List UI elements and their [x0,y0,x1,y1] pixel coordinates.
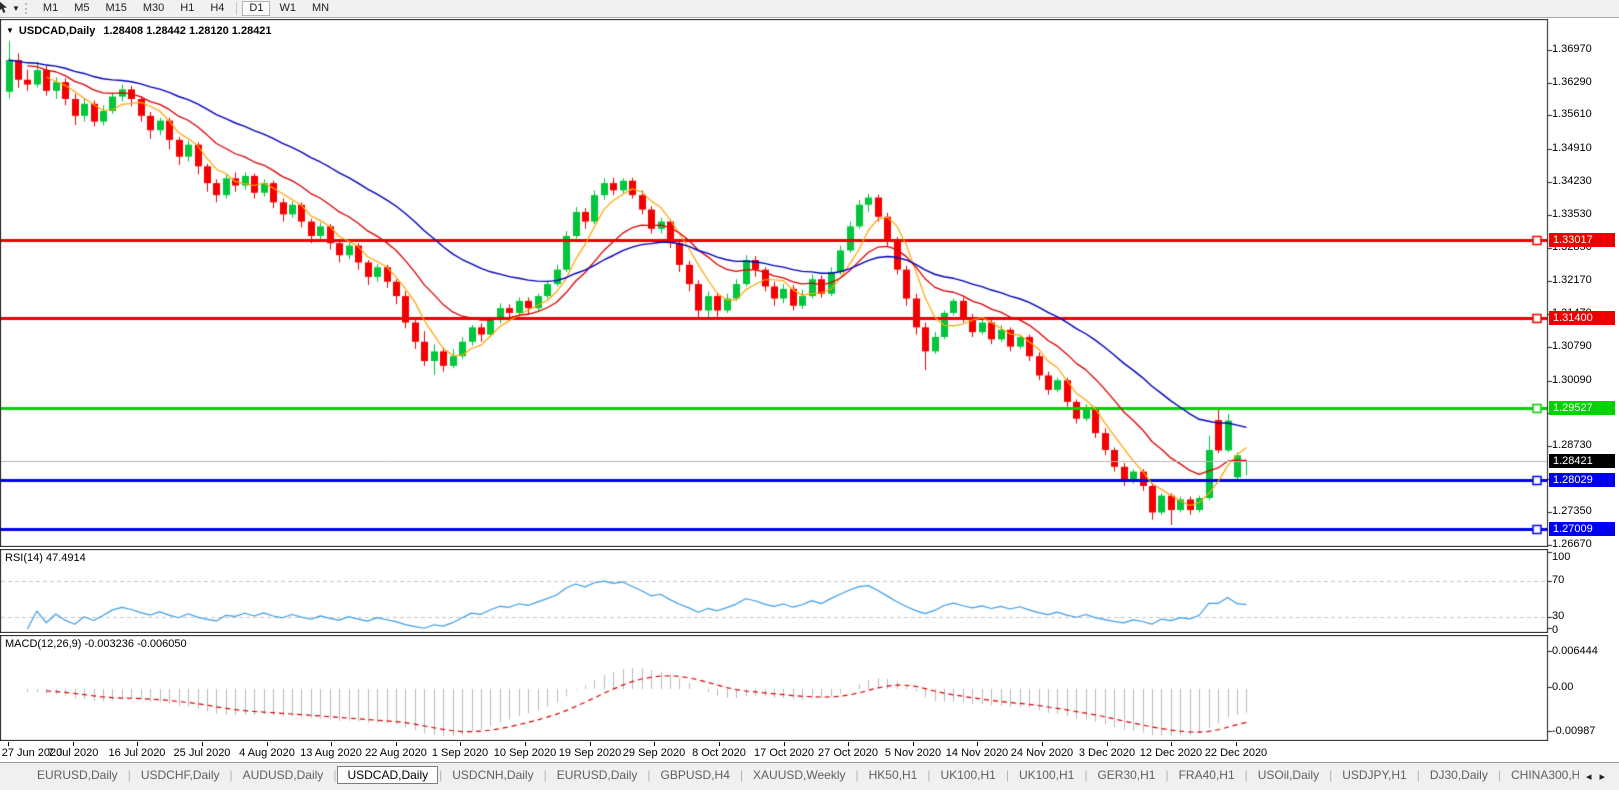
timeframe-buttons: M1 M5 M15 M30 H1 H4 D1 W1 MN [35,1,337,16]
toolbar-separator [236,2,238,15]
macd-canvas[interactable] [0,635,1619,741]
date-axis-tick [784,742,785,746]
tab-eurusd-daily[interactable]: EURUSD,Daily [548,766,647,784]
symbol-tabbar: EURUSD,Daily | USDCHF,Daily | AUDUSD,Daily | U… [0,762,1619,790]
price-axis-tick: 1.32170 [1552,274,1592,286]
tab-usdchf-daily[interactable]: USDCHF,Daily [132,766,229,784]
tab-audusd-daily[interactable]: AUDUSD,Daily [234,766,333,784]
timeframe-button-mn[interactable]: MN [305,1,336,16]
macd-scale-label: 0.00 [1552,681,1574,693]
timeframe-button-m5[interactable]: M5 [67,1,96,16]
chart-toolbar: ▼ M1 M5 M15 M30 H1 H4 D1 W1 MN [0,0,1619,18]
price-axis-tick: 1.30790 [1552,340,1592,352]
tab-hk50-h1[interactable]: HK50,H1 [860,766,927,784]
date-axis-tick [396,742,397,746]
tab-scroll-right-icon[interactable]: ▸ [1599,771,1613,783]
cursor-tool-icon[interactable] [0,1,9,17]
tab-uk100-h1[interactable]: UK100,H1 [931,766,1004,784]
price-axis-tick: 1.34230 [1552,175,1592,187]
date-axis-tick [1171,742,1172,746]
timeframe-button-m1[interactable]: M1 [36,1,65,16]
tab-gbpusd-h4[interactable]: GBPUSD,H4 [652,766,739,784]
macd-scale-label: 0.006444 [1552,645,1598,657]
date-axis-tick [719,742,720,746]
chart-title-caret-icon[interactable]: ▼ [6,26,14,35]
price-axis-tick: 1.30090 [1552,374,1592,386]
tab-xauusd-weekly[interactable]: XAUUSD,Weekly [744,766,854,784]
chart-title: ▼ USDCAD,Daily 1.28408 1.28442 1.28120 1.2… [6,25,272,37]
price-line-label-resistance: 1.31400 [1549,311,1615,325]
date-axis-tick [913,742,914,746]
tab-uk100-h1[interactable]: UK100,H1 [1010,766,1083,784]
price-axis-tick: 1.36290 [1552,76,1592,88]
toolbar-grip [24,3,30,14]
current-price-label: 1.28421 [1549,454,1615,468]
date-axis-tick [267,742,268,746]
main-chart-canvas[interactable] [0,19,1619,547]
chart-ohlc-values: 1.28408 1.28442 1.28120 1.28421 [103,25,272,37]
timeframe-button-h4[interactable]: H4 [203,1,231,16]
date-axis-tick [202,742,203,746]
date-axis-tick [331,742,332,746]
rsi-scale-label: 70 [1552,574,1565,586]
timeframe-button-h1[interactable]: H1 [173,1,201,16]
date-axis-tick [1042,742,1043,746]
timeframe-button-m15[interactable]: M15 [98,1,133,16]
price-line-label-support: 1.27009 [1549,522,1615,536]
tab-usdcad-daily[interactable]: USDCAD,Daily [337,766,439,784]
date-axis-label: 22 Dec 2020 [1204,747,1268,759]
price-axis-tick: 1.26670 [1552,538,1592,550]
rsi-scale-label: 100 [1552,551,1571,563]
rsi-label: RSI(14) 47.4914 [5,552,86,564]
date-axis-tick [460,742,461,746]
rsi-scale-label: 30 [1552,610,1565,622]
date-axis-tick [977,742,978,746]
tab-usoil-daily[interactable]: USOil,Daily [1249,766,1328,784]
tab-fra40-h1[interactable]: FRA40,H1 [1170,766,1244,784]
macd-label: MACD(12,26,9) -0.003236 -0.006050 [5,638,187,650]
tab-china300-h1[interactable]: CHINA300,H1 [1502,766,1579,784]
tab-scroll-left-icon[interactable]: ◂ [1586,771,1600,783]
date-axis-tick [525,742,526,746]
price-line-label-pivot: 1.29527 [1549,401,1615,415]
chart-symbol-label: USDCAD,Daily [18,25,96,37]
price-axis-tick: 1.34910 [1552,142,1592,154]
price-line-label-resistance: 1.33017 [1549,233,1615,247]
date-axis-tick [590,742,591,746]
dropdown-caret-icon[interactable]: ▼ [12,1,20,16]
price-axis-tick: 1.27350 [1552,505,1592,517]
tab-dj30-daily[interactable]: DJ30,Daily [1421,766,1497,784]
price-axis-tick: 1.35610 [1552,108,1592,120]
macd-scale-label: -0.00987 [1552,725,1596,737]
terminal-window: ▼ M1 M5 M15 M30 H1 H4 D1 W1 MN ▼ USDCAD,Daily 1.28… [0,0,1619,790]
tab-ger30-h1[interactable]: GER30,H1 [1088,766,1164,784]
date-axis-tick [8,742,9,746]
timeframe-button-m30[interactable]: M30 [136,1,171,16]
tab-eurusd-daily[interactable]: EURUSD,Daily [28,766,127,784]
timeframe-button-d1[interactable]: D1 [242,1,271,16]
price-axis-tick: 1.28730 [1552,439,1592,451]
rsi-canvas[interactable] [0,549,1619,633]
price-axis-tick: 1.33530 [1552,208,1592,220]
date-axis-tick [1107,742,1108,746]
symbol-tabs: EURUSD,Daily | USDCHF,Daily | AUDUSD,Daily | U… [28,766,1579,784]
date-axis-tick [848,742,849,746]
rsi-scale-label: 0 [1552,624,1559,636]
date-axis-tick [137,742,138,746]
price-line-label-support: 1.28029 [1549,473,1615,487]
timeframe-button-w1[interactable]: W1 [272,1,303,16]
tab-usdjpy-h1[interactable]: USDJPY,H1 [1333,766,1415,784]
date-axis-tick [1236,742,1237,746]
date-axis-tick [73,742,74,746]
tab-usdcnh-daily[interactable]: USDCNH,Daily [443,766,542,784]
date-axis-tick [654,742,655,746]
price-axis-tick: 1.36970 [1552,43,1592,55]
